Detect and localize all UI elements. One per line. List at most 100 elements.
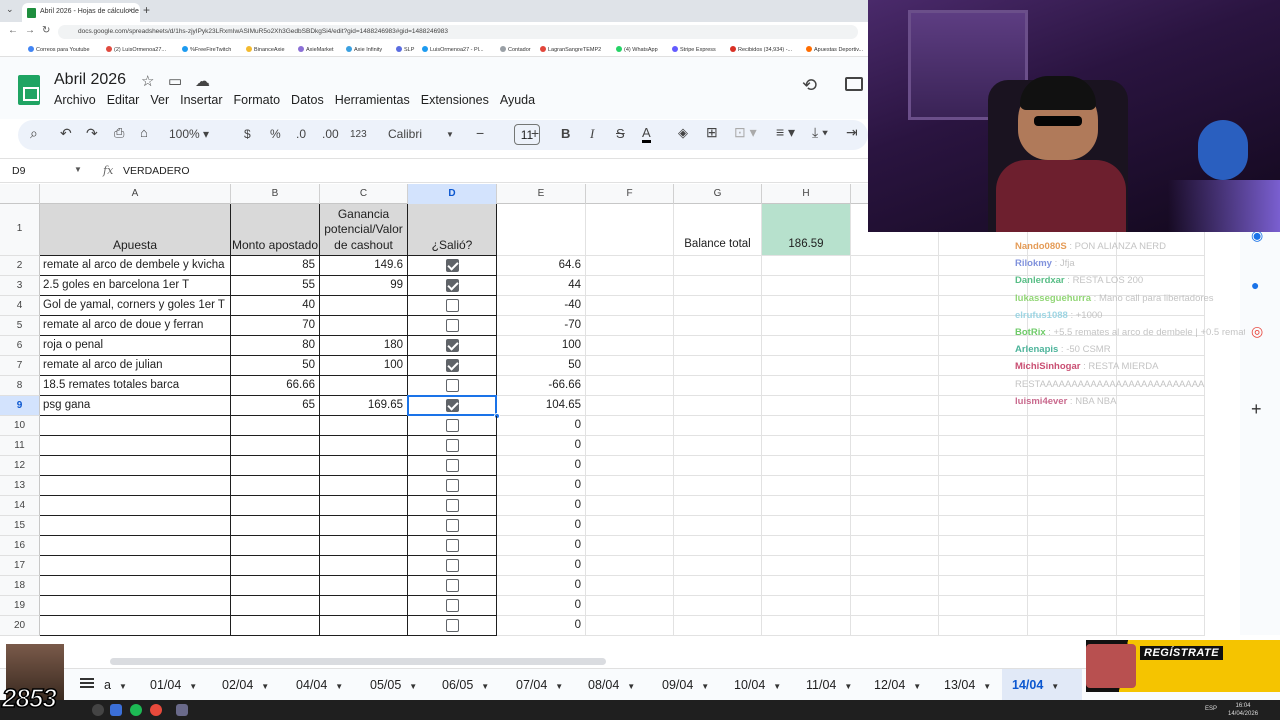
column-header[interactable]: C <box>320 184 408 204</box>
cell-empty[interactable] <box>586 476 674 496</box>
row-header[interactable]: 12 <box>0 456 40 476</box>
number-format-button[interactable]: 123 <box>350 129 367 140</box>
select-all-corner[interactable] <box>0 184 40 204</box>
zoom-select[interactable]: 100% ▾ <box>169 127 209 141</box>
sheet-tab-dropdown-icon[interactable]: ▼ <box>913 682 921 691</box>
column-header[interactable]: B <box>231 184 320 204</box>
cell-ganancia[interactable] <box>320 416 408 436</box>
cell-empty[interactable] <box>586 276 674 296</box>
back-icon[interactable]: ← <box>8 25 18 36</box>
cell-empty[interactable] <box>762 256 851 276</box>
cell-ganancia[interactable] <box>320 536 408 556</box>
row-header[interactable]: 20 <box>0 616 40 636</box>
cell-resultado[interactable]: 100 <box>497 336 586 356</box>
cell-resultado[interactable]: 0 <box>497 496 586 516</box>
cell-apuesta[interactable]: remate al arco de dembele y kvicha <box>40 256 231 276</box>
paint-format-icon[interactable]: ⌂ <box>140 125 148 140</box>
cell-empty[interactable] <box>1028 516 1117 536</box>
cell-ganancia[interactable]: 149.6 <box>320 256 408 276</box>
row-header[interactable]: 4 <box>0 296 40 316</box>
row-header[interactable]: 18 <box>0 576 40 596</box>
star-icon[interactable]: ☆ <box>141 72 154 90</box>
cell-empty[interactable] <box>851 316 939 336</box>
checkbox[interactable] <box>446 579 459 592</box>
cell-empty[interactable] <box>674 616 762 636</box>
bookmark-item[interactable]: Axie Infinity <box>346 46 382 53</box>
cell-empty[interactable] <box>762 396 851 416</box>
cell-resultado[interactable]: -70 <box>497 316 586 336</box>
column-header[interactable]: E <box>497 184 586 204</box>
row-header[interactable]: 11 <box>0 436 40 456</box>
cell-apuesta[interactable] <box>40 596 231 616</box>
cell-monto[interactable]: 50 <box>231 356 320 376</box>
cell-empty[interactable] <box>1117 576 1205 596</box>
checkbox[interactable] <box>446 379 459 392</box>
cell-empty[interactable] <box>939 476 1028 496</box>
cell-resultado[interactable]: 0 <box>497 536 586 556</box>
cell-resultado[interactable]: 0 <box>497 616 586 636</box>
cell-empty[interactable] <box>586 316 674 336</box>
cell-empty[interactable] <box>762 296 851 316</box>
cell-empty[interactable] <box>851 356 939 376</box>
bookmark-item[interactable]: BinanceAxie <box>246 46 285 53</box>
cell-empty[interactable] <box>1117 476 1205 496</box>
cell-empty[interactable] <box>1028 536 1117 556</box>
cell-empty[interactable] <box>851 496 939 516</box>
sheet-tab-dropdown-icon[interactable]: ▼ <box>773 682 781 691</box>
cell-empty[interactable] <box>851 456 939 476</box>
cell-empty[interactable] <box>939 576 1028 596</box>
sheet-tab[interactable]: 08/04 ▼ <box>578 669 648 701</box>
checkbox[interactable] <box>446 459 459 472</box>
maps-icon[interactable]: ◎ <box>1251 323 1263 340</box>
bookmark-item[interactable]: %FreeFireTwitch <box>182 46 231 53</box>
name-box-dropdown-icon[interactable]: ▼ <box>74 165 82 174</box>
cell-empty[interactable] <box>586 436 674 456</box>
sheet-tab-dropdown-icon[interactable]: ▼ <box>701 682 709 691</box>
menu-item-editar[interactable]: Editar <box>107 93 140 107</box>
cell-empty[interactable] <box>674 476 762 496</box>
bold-button[interactable]: B <box>561 126 570 141</box>
cell-ganancia[interactable] <box>320 376 408 396</box>
checkbox[interactable] <box>446 539 459 552</box>
cell-resultado[interactable]: 0 <box>497 516 586 536</box>
cell-apuesta[interactable] <box>40 416 231 436</box>
row-header[interactable]: 16 <box>0 536 40 556</box>
cell-empty[interactable] <box>586 336 674 356</box>
cell-apuesta[interactable]: remate al arco de julian <box>40 356 231 376</box>
cell-salio[interactable] <box>408 316 497 336</box>
cell-empty[interactable] <box>762 496 851 516</box>
cell-empty[interactable] <box>586 296 674 316</box>
cell-ganancia[interactable]: 100 <box>320 356 408 376</box>
row-header[interactable]: 2 <box>0 256 40 276</box>
cell-ganancia[interactable] <box>320 516 408 536</box>
contacts-icon[interactable]: ● <box>1251 277 1259 293</box>
document-title[interactable]: Abril 2026 <box>54 71 126 89</box>
row-header[interactable]: 13 <box>0 476 40 496</box>
cell-monto[interactable] <box>231 476 320 496</box>
cell-empty[interactable] <box>674 556 762 576</box>
bookmark-item[interactable]: SLP <box>396 46 414 53</box>
all-sheets-menu-icon[interactable] <box>80 678 94 688</box>
menu-item-herramientas[interactable]: Herramientas <box>335 93 410 107</box>
cell-empty[interactable] <box>851 336 939 356</box>
bookmark-item[interactable]: (2) LuisOrmenoa27... <box>106 46 166 53</box>
cell-resultado[interactable]: 0 <box>497 576 586 596</box>
sheet-tab[interactable]: 06/05 ▼ <box>432 669 502 701</box>
cell-monto[interactable]: 65 <box>231 396 320 416</box>
cell-empty[interactable] <box>674 276 762 296</box>
cell-monto[interactable] <box>231 416 320 436</box>
text-color-button[interactable]: A <box>642 125 651 143</box>
cell-empty[interactable] <box>762 416 851 436</box>
sheet-tab[interactable]: 07/04 ▼ <box>506 669 574 701</box>
sheets-logo-icon[interactable] <box>18 75 40 105</box>
cell-empty[interactable] <box>674 316 762 336</box>
cell-salio[interactable] <box>408 276 497 296</box>
cell-empty[interactable] <box>586 576 674 596</box>
cell-ganancia[interactable] <box>320 436 408 456</box>
cell-monto[interactable] <box>231 616 320 636</box>
forward-icon[interactable]: → <box>25 25 35 36</box>
decrease-decimal-button[interactable]: .0 <box>296 127 306 141</box>
comment-icon[interactable] <box>845 77 863 91</box>
cell-monto[interactable]: 55 <box>231 276 320 296</box>
cell-monto[interactable] <box>231 496 320 516</box>
